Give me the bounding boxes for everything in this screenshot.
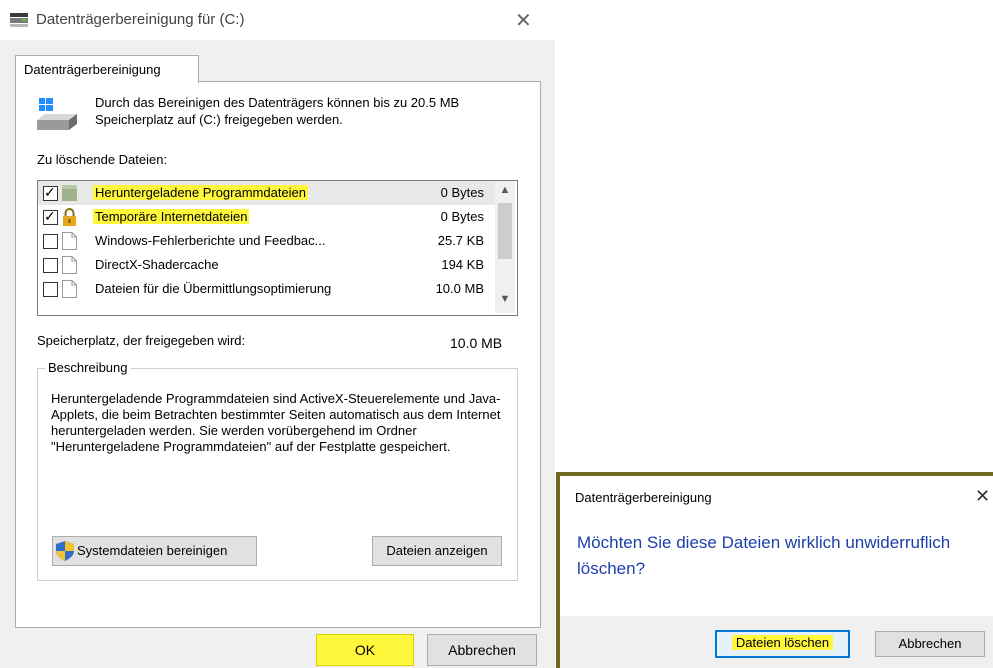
confirm-cancel-button[interactable]: Abbrechen [875, 631, 985, 657]
clean-system-files-label: Systemdateien bereinigen [77, 543, 228, 558]
file-checkbox[interactable] [43, 282, 58, 297]
scroll-up-icon[interactable]: ▲ [495, 184, 515, 196]
disk-cleanup-dialog: Datenträgerbereinigung für (C:) ✕ Datent… [0, 0, 555, 668]
space-label: Speicherplatz, der freigegeben wird: [37, 333, 246, 348]
file-row[interactable]: ✓ Temporäre Internetdateien 0 Bytes [38, 205, 496, 229]
clean-system-files-button[interactable]: Systemdateien bereinigen [52, 536, 257, 566]
checkmark-icon: ✓ [44, 208, 56, 224]
document-icon [62, 280, 77, 298]
confirm-message: Möchten Sie diese Dateien wirklich unwid… [577, 533, 951, 578]
intro-text: Durch das Bereinigen des Datenträgers kö… [95, 95, 460, 127]
window-title: Datenträgerbereinigung für (C:) [36, 11, 245, 28]
drive-icon [37, 98, 77, 130]
scroll-thumb[interactable] [498, 203, 512, 259]
title-bar: Datenträgerbereinigung für (C:) ✕ [0, 0, 555, 40]
file-checkbox[interactable] [43, 258, 58, 273]
document-icon [62, 232, 77, 250]
scroll-down-icon[interactable]: ▼ [495, 293, 515, 305]
delete-files-label: Dateien löschen [731, 635, 834, 650]
checkmark-icon: ✓ [44, 184, 56, 200]
file-checkbox[interactable]: ✓ [43, 184, 58, 201]
cancel-label: Abbrechen [448, 642, 516, 658]
close-icon[interactable]: ✕ [975, 486, 990, 507]
file-row[interactable]: Dateien für die Übermittlungsoptimierung… [38, 277, 496, 301]
file-row[interactable]: Windows-Fehlerberichte und Feedbac... 25.… [38, 229, 496, 253]
disk-cleanup-icon [10, 13, 28, 27]
show-files-button[interactable]: Dateien anzeigen [372, 536, 502, 566]
ok-label: OK [354, 642, 376, 658]
file-name: DirectX-Shadercache [95, 257, 219, 272]
file-size: 194 KB [441, 257, 484, 272]
confirm-footer: Dateien löschen Abbrechen [560, 616, 993, 668]
file-size: 10.0 MB [435, 281, 484, 296]
file-name: Windows-Fehlerberichte und Feedbac... [95, 233, 326, 248]
confirm-dialog-title: Datenträgerbereinigung [575, 490, 712, 505]
file-size: 0 Bytes [440, 185, 484, 200]
package-icon [62, 184, 77, 202]
description-text: Heruntergeladende Programmdateien sind A… [51, 391, 501, 454]
uac-shield-icon [56, 541, 74, 561]
delete-files-button[interactable]: Dateien löschen [715, 630, 850, 658]
file-name: Heruntergeladene Programmdateien [93, 185, 309, 200]
file-name: Temporäre Internetdateien [93, 209, 250, 224]
file-row[interactable]: ✓ Heruntergeladene Programmdateien 0 Bytes [38, 181, 496, 205]
description-legend: Beschreibung [45, 360, 131, 375]
ok-button[interactable]: OK [316, 634, 414, 666]
close-icon[interactable]: ✕ [515, 8, 532, 33]
cancel-button[interactable]: Abbrechen [427, 634, 537, 666]
file-name: Dateien für die Übermittlungsoptimierung [95, 281, 332, 296]
file-size: 25.7 KB [437, 233, 484, 248]
show-files-label: Dateien anzeigen [386, 543, 488, 558]
file-list[interactable]: ✓ Heruntergeladene Programmdateien 0 Bytes… [37, 180, 518, 316]
file-row[interactable]: DirectX-Shadercache 194 KB [38, 253, 496, 277]
tab-label: Datenträgerbereinigung [24, 62, 161, 77]
scrollbar[interactable]: ▲ ▼ [495, 181, 515, 313]
files-label: Zu löschende Dateien: [37, 152, 168, 167]
space-value: 10.0 MB [450, 335, 503, 351]
confirm-dialog: Datenträgerbereinigung ✕ Möchten Sie die… [556, 472, 993, 668]
tab-disk-cleanup[interactable]: Datenträgerbereinigung [15, 55, 199, 83]
confirm-cancel-label: Abbrechen [898, 636, 962, 651]
file-size: 0 Bytes [440, 209, 484, 224]
lock-icon [62, 208, 77, 226]
document-icon [62, 256, 77, 274]
file-checkbox[interactable] [43, 234, 58, 249]
file-checkbox[interactable]: ✓ [43, 208, 58, 225]
